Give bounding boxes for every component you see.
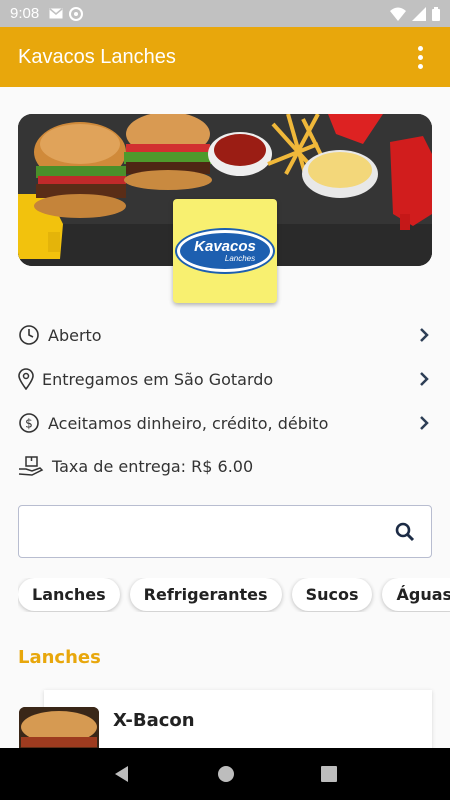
delivery-fee-text: Taxa de entrega: R$ 6.00 <box>52 456 254 476</box>
category-chips: Lanches Refrigerantes Sucos Águas <box>18 578 450 612</box>
chevron-right-icon <box>420 328 429 342</box>
wifi-icon <box>390 7 406 21</box>
chevron-right-icon <box>420 416 429 430</box>
dollar-coin-icon: $ <box>18 412 40 434</box>
svg-text:$: $ <box>25 417 33 431</box>
delivery-area-text: Entregamos em São Gotardo <box>42 369 274 389</box>
section-title: Lanches <box>18 647 101 668</box>
search-icon[interactable] <box>395 522 415 542</box>
product-name: X-Bacon <box>113 710 195 731</box>
status-time: 9:08 <box>10 5 40 22</box>
location-pin-icon <box>18 368 34 390</box>
signal-icon <box>412 6 426 21</box>
system-navigation-bar <box>0 748 450 800</box>
category-chip-sucos[interactable]: Sucos <box>291 578 373 611</box>
category-chip-aguas[interactable]: Águas <box>382 578 450 611</box>
opening-status-text: Aberto <box>48 325 102 345</box>
more-options-icon[interactable] <box>408 42 432 72</box>
app-title: Kavacos Lanches <box>18 45 176 68</box>
logo-text: Kavacos <box>194 238 256 255</box>
chevron-right-icon <box>420 372 429 386</box>
battery-icon <box>432 6 440 21</box>
status-bar: 9:08 <box>0 0 450 27</box>
clock-icon <box>18 324 40 346</box>
logo-subtext: Lanches <box>224 254 256 263</box>
search-input[interactable] <box>18 505 432 558</box>
restaurant-logo: Kavacos Lanches <box>173 199 277 303</box>
gmail-icon <box>49 8 63 19</box>
home-icon[interactable] <box>217 765 235 783</box>
back-icon[interactable] <box>113 765 131 783</box>
payment-methods-text: Aceitamos dinheiro, crédito, débito <box>48 413 329 433</box>
category-chip-refrigerantes[interactable]: Refrigerantes <box>129 578 282 611</box>
opening-status-row[interactable]: Aberto <box>18 320 432 350</box>
logo-badge: Kavacos Lanches <box>177 230 273 272</box>
recents-icon[interactable] <box>321 766 337 782</box>
category-chip-lanches[interactable]: Lanches <box>18 578 120 611</box>
app-bar: Kavacos Lanches <box>0 27 450 87</box>
delivery-fee-row: Taxa de entrega: R$ 6.00 <box>18 451 432 481</box>
sync-icon <box>69 6 84 21</box>
delivery-area-row[interactable]: Entregamos em São Gotardo <box>18 364 432 394</box>
delivery-box-hand-icon <box>18 455 44 477</box>
payment-methods-row[interactable]: $ Aceitamos dinheiro, crédito, débito <box>18 408 432 438</box>
